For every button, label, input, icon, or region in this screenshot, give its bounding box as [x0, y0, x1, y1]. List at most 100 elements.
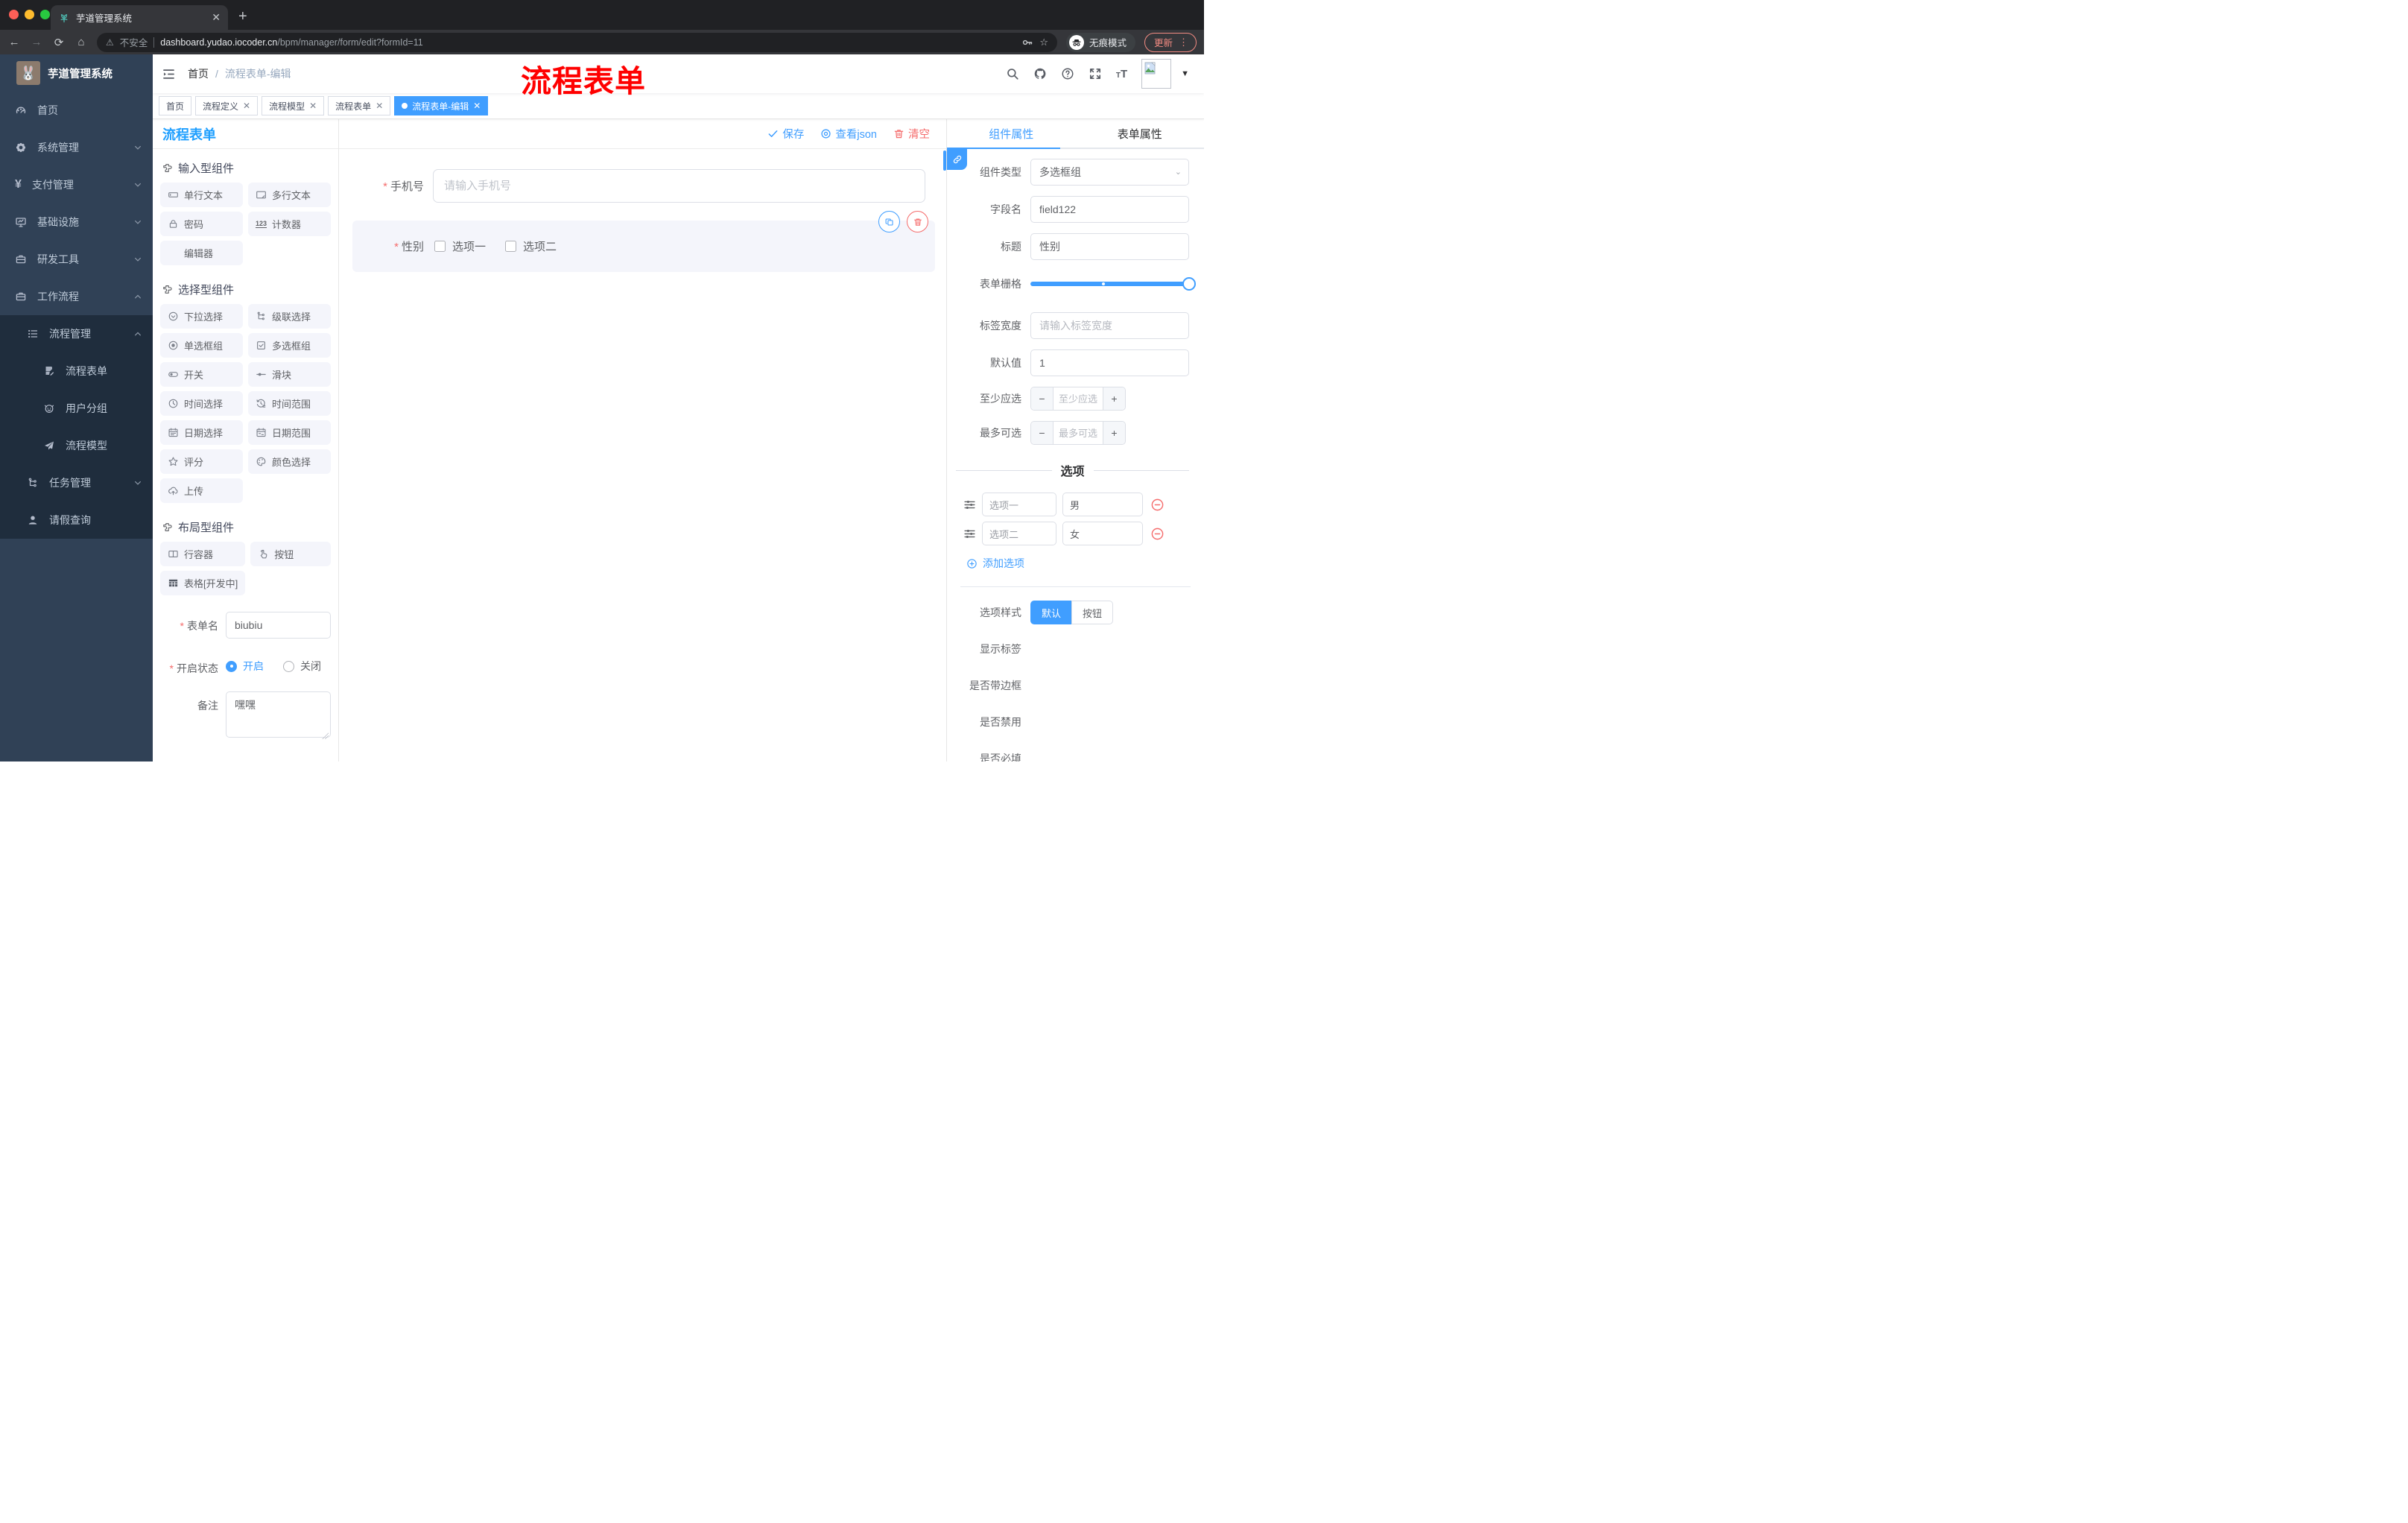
tab-form-props[interactable]: 表单属性	[1076, 119, 1205, 148]
maximize-window-button[interactable]	[40, 10, 50, 19]
sidebar-item-flow-manage[interactable]: 流程管理	[0, 315, 153, 352]
sidebar-item-dev-tools[interactable]: 研发工具	[0, 241, 153, 278]
form-remark-textarea[interactable]: 嘿嘿	[226, 691, 331, 738]
minimize-window-button[interactable]	[25, 10, 34, 19]
option-value-input[interactable]	[1062, 493, 1143, 516]
remove-option-button[interactable]	[1150, 498, 1165, 512]
slider-handle[interactable]	[1182, 277, 1196, 291]
checkbox[interactable]	[434, 241, 446, 252]
close-icon[interactable]: ✕	[309, 101, 317, 111]
browser-menu-icon[interactable]: ⋮	[1179, 37, 1188, 48]
search-icon[interactable]	[1006, 67, 1019, 80]
palette-item-password[interactable]: 密码	[160, 212, 243, 236]
option-label-input[interactable]	[982, 522, 1056, 545]
drag-handle-icon[interactable]	[963, 528, 976, 540]
palette-item-multi-text[interactable]: 多行文本	[248, 183, 331, 207]
close-tab-icon[interactable]: ✕	[212, 11, 221, 24]
delete-field-button[interactable]	[907, 211, 928, 232]
field-name-input[interactable]	[1030, 196, 1189, 223]
new-tab-button[interactable]: +	[238, 8, 247, 25]
sidebar-item-user-group[interactable]: 用户分组	[0, 390, 153, 427]
gender-option-1[interactable]: 选项一	[434, 238, 486, 254]
default-value-input[interactable]	[1030, 349, 1189, 376]
min-select-input[interactable]	[1053, 387, 1103, 410]
sidebar-item-leave-query[interactable]: 请假查询	[0, 501, 153, 539]
palette-item-select[interactable]: 下拉选择	[160, 304, 243, 329]
palette-item-radio-group[interactable]: 单选框组	[160, 333, 243, 358]
palette-item-checkbox-group[interactable]: 多选框组	[248, 333, 331, 358]
tag-home[interactable]: 首页	[159, 96, 192, 115]
palette-item-date-picker[interactable]: 日期选择	[160, 420, 243, 445]
palette-item-editor[interactable]: 编辑器	[160, 241, 243, 265]
palette-item-upload[interactable]: 上传	[160, 478, 243, 503]
github-icon[interactable]	[1033, 67, 1047, 80]
drag-handle-icon[interactable]	[963, 498, 976, 511]
tag-flow-model[interactable]: 流程模型 ✕	[262, 96, 325, 115]
avatar[interactable]	[1141, 59, 1172, 89]
option-label-input[interactable]	[982, 493, 1056, 516]
palette-item-table[interactable]: 表格[开发中]	[160, 571, 246, 595]
browser-update-button[interactable]: 更新 ⋮	[1144, 32, 1197, 52]
browser-tab[interactable]: 芋道管理系统 ✕	[51, 5, 228, 30]
palette-item-rate[interactable]: 评分	[160, 449, 243, 474]
palette-item-date-range[interactable]: 日期范围	[248, 420, 331, 445]
increase-button[interactable]: +	[1103, 422, 1125, 444]
security-warning-icon[interactable]: ⚠	[106, 37, 114, 48]
radio-off[interactable]	[283, 660, 294, 672]
gender-option-2[interactable]: 选项二	[505, 238, 557, 254]
sidebar-item-workflow[interactable]: 工作流程	[0, 278, 153, 315]
label-width-input[interactable]	[1030, 312, 1189, 339]
sidebar-item-home[interactable]: 首页	[0, 92, 153, 129]
option-value-input[interactable]	[1062, 522, 1143, 545]
palette-item-time-picker[interactable]: 时间选择	[160, 391, 243, 416]
grid-slider[interactable]	[1030, 270, 1196, 297]
palette-item-switch[interactable]: 开关	[160, 362, 243, 387]
bookmark-star-icon[interactable]: ☆	[1039, 37, 1048, 48]
sidebar-item-payment[interactable]: ¥ 支付管理	[0, 166, 153, 203]
view-json-button[interactable]: 查看json	[820, 126, 877, 142]
palette-item-counter[interactable]: 123 计数器	[248, 212, 331, 236]
close-icon[interactable]: ✕	[243, 101, 250, 111]
palette-item-time-range[interactable]: 时间范围	[248, 391, 331, 416]
avatar-dropdown-caret-icon[interactable]: ▼	[1181, 69, 1189, 78]
back-icon[interactable]: ←	[7, 36, 21, 48]
key-icon[interactable]	[1021, 37, 1033, 48]
close-window-button[interactable]	[9, 10, 19, 19]
palette-item-slider[interactable]: 滑块	[248, 362, 331, 387]
collapse-sidebar-icon[interactable]	[162, 67, 176, 81]
tag-flow-form-edit[interactable]: 流程表单-编辑 ✕	[394, 96, 489, 115]
refresh-icon[interactable]: ⟳	[52, 36, 66, 49]
style-button-button[interactable]: 按钮	[1071, 601, 1114, 624]
window-controls[interactable]	[9, 10, 50, 19]
phone-input[interactable]	[433, 169, 925, 203]
sidebar-item-flow-form[interactable]: 流程表单	[0, 352, 153, 390]
palette-item-button[interactable]: 按钮	[250, 542, 331, 566]
tag-flow-definition[interactable]: 流程定义 ✕	[195, 96, 259, 115]
sidebar-item-system[interactable]: 系统管理	[0, 129, 153, 166]
sidebar-item-infrastructure[interactable]: 基础设施	[0, 203, 153, 241]
checkbox[interactable]	[505, 241, 517, 252]
tag-flow-form[interactable]: 流程表单 ✕	[328, 96, 391, 115]
question-icon[interactable]	[1061, 67, 1074, 80]
add-option-button[interactable]: 添加选项	[966, 556, 1204, 571]
decrease-button[interactable]: −	[1031, 387, 1053, 410]
close-icon[interactable]: ✕	[376, 101, 383, 111]
resize-grip-icon[interactable]	[322, 732, 329, 739]
forward-icon[interactable]: →	[30, 36, 43, 48]
canvas-field-phone[interactable]: 手机号	[352, 169, 935, 203]
close-icon[interactable]: ✕	[473, 101, 481, 111]
sidebar-logo[interactable]: 🐰 芋道管理系统	[0, 54, 153, 92]
slider-track[interactable]	[1030, 277, 1196, 291]
radio-on-label[interactable]: 开启	[243, 659, 264, 674]
remove-option-button[interactable]	[1150, 527, 1165, 541]
fullscreen-icon[interactable]	[1089, 67, 1102, 80]
radio-on[interactable]	[226, 660, 237, 672]
text-size-icon[interactable]: TT	[1116, 68, 1127, 80]
home-icon[interactable]: ⌂	[75, 36, 88, 48]
palette-item-single-text[interactable]: 单行文本	[160, 183, 243, 207]
title-input[interactable]	[1030, 233, 1189, 260]
radio-off-label[interactable]: 关闭	[300, 659, 321, 674]
palette-item-cascader[interactable]: 级联选择	[248, 304, 331, 329]
link-icon[interactable]	[947, 149, 967, 170]
sidebar-item-flow-model[interactable]: 流程模型	[0, 427, 153, 464]
